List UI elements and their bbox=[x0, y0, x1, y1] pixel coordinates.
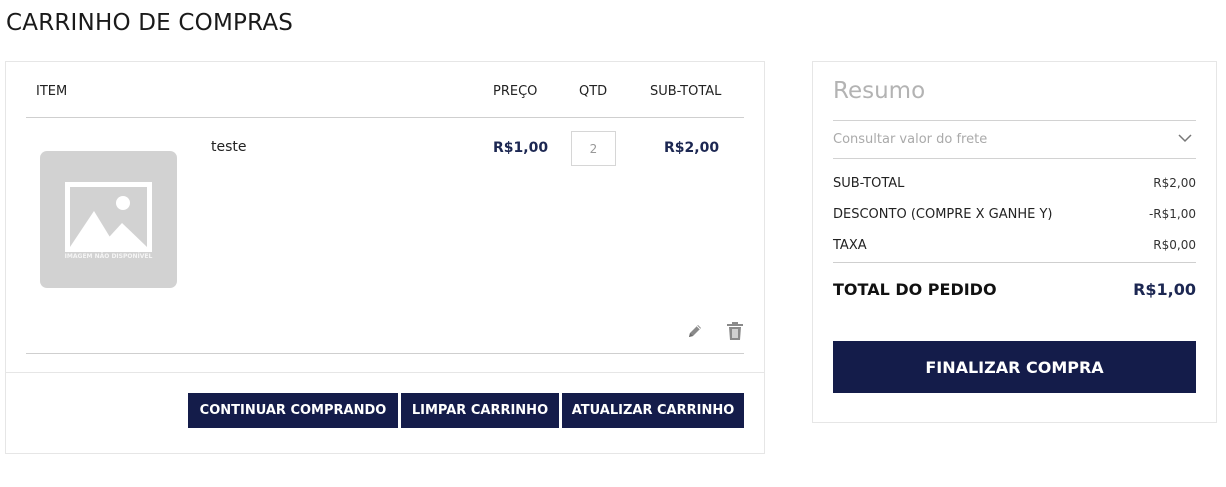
cart-actions: CONTINUAR COMPRANDO LIMPAR CARRINHO ATUA… bbox=[6, 372, 764, 454]
summary-subtotal-value: R$2,00 bbox=[1153, 176, 1196, 190]
image-placeholder-icon bbox=[65, 182, 152, 252]
summary-tax-value: R$0,00 bbox=[1153, 238, 1196, 252]
clear-cart-button[interactable]: LIMPAR CARRINHO bbox=[401, 393, 559, 428]
product-subtotal: R$2,00 bbox=[664, 140, 720, 156]
quantity-input[interactable] bbox=[571, 131, 616, 166]
summary-tax-label: TAXA bbox=[833, 238, 867, 253]
summary-discount-value: -R$1,00 bbox=[1148, 207, 1196, 221]
chevron-down-icon bbox=[1178, 134, 1192, 143]
page-title: CARRINHO DE COMPRAS bbox=[6, 10, 294, 36]
order-total-value: R$1,00 bbox=[1133, 280, 1196, 299]
product-name[interactable]: teste bbox=[211, 139, 247, 155]
image-placeholder-caption: IMAGEM NÃO DISPONÍVEL bbox=[64, 253, 153, 260]
product-image[interactable]: IMAGEM NÃO DISPONÍVEL bbox=[40, 151, 177, 288]
pencil-icon[interactable] bbox=[686, 322, 704, 340]
shipping-estimate-toggle[interactable]: Consultar valor do frete bbox=[833, 120, 1196, 159]
summary-discount-row: DESCONTO (COMPRE X GANHE Y) -R$1,00 bbox=[833, 207, 1196, 225]
shipping-estimate-label: Consultar valor do frete bbox=[833, 132, 988, 147]
cart-table-header: ITEM PREÇO QTD SUB-TOTAL bbox=[26, 62, 744, 118]
summary-tax-row: TAXA R$0,00 bbox=[833, 238, 1196, 256]
column-header-subtotal: SUB-TOTAL bbox=[650, 84, 722, 99]
order-total-label: TOTAL DO PEDIDO bbox=[833, 280, 997, 299]
trash-icon[interactable] bbox=[726, 321, 744, 341]
continue-shopping-button[interactable]: CONTINUAR COMPRANDO bbox=[188, 393, 398, 428]
cart-item-row: IMAGEM NÃO DISPONÍVEL teste R$1,00 R$2,0… bbox=[26, 118, 744, 354]
product-price: R$1,00 bbox=[493, 140, 549, 156]
column-header-price: PREÇO bbox=[493, 84, 538, 99]
update-cart-button[interactable]: ATUALIZAR CARRINHO bbox=[562, 393, 744, 428]
checkout-button[interactable]: FINALIZAR COMPRA bbox=[833, 341, 1196, 393]
summary-subtotal-label: SUB-TOTAL bbox=[833, 176, 905, 191]
summary-discount-label: DESCONTO (COMPRE X GANHE Y) bbox=[833, 207, 1053, 222]
column-header-qty: QTD bbox=[579, 84, 608, 99]
summary-subtotal-row: SUB-TOTAL R$2,00 bbox=[833, 176, 1196, 194]
order-summary-panel: Resumo Consultar valor do frete SUB-TOTA… bbox=[812, 61, 1217, 423]
column-header-item: ITEM bbox=[36, 84, 68, 99]
cart-panel: ITEM PREÇO QTD SUB-TOTAL IMAGEM NÃO DISP… bbox=[5, 61, 765, 454]
order-total-row: TOTAL DO PEDIDO R$1,00 bbox=[833, 280, 1196, 304]
summary-title: Resumo bbox=[833, 78, 926, 104]
summary-divider bbox=[833, 262, 1196, 263]
